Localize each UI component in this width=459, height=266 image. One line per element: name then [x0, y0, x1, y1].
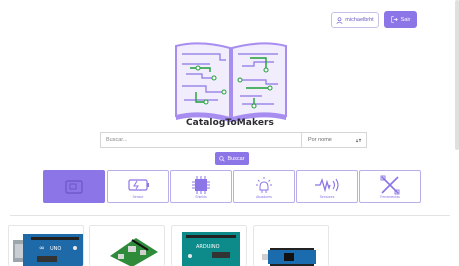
- category-sensores[interactable]: Sensores: [296, 170, 358, 203]
- search-button-label: Buscar: [227, 155, 245, 162]
- signal-icon: [315, 177, 339, 192]
- category-shields[interactable]: Shields: [170, 170, 232, 203]
- product-card[interactable]: [253, 225, 329, 266]
- page-scrollbar[interactable]: [455, 0, 459, 150]
- user-name-label: michaelbrht: [345, 17, 374, 23]
- logout-button[interactable]: Sair: [384, 11, 417, 28]
- search-button[interactable]: Buscar: [215, 152, 249, 165]
- brand-name: CatalogToMakers: [185, 118, 275, 128]
- arduino-nano-board: [262, 248, 316, 266]
- section-divider: [10, 215, 450, 216]
- battery-sensor-icon: [128, 178, 149, 191]
- search-input[interactable]: Buscar...: [100, 132, 301, 148]
- svg-text:UNO: UNO: [50, 246, 61, 252]
- arduino-uno-board: ∞ UNO: [13, 234, 83, 266]
- lamp-icon: [256, 176, 272, 193]
- category-label: Atuadores: [256, 194, 272, 199]
- tools-icon: [380, 175, 400, 194]
- category-sensor[interactable]: Sensor: [107, 170, 169, 203]
- product-card[interactable]: [89, 225, 165, 266]
- user-account-button[interactable]: michaelbrht: [331, 12, 379, 28]
- search-icon: [219, 155, 226, 162]
- svg-text:∞: ∞: [39, 244, 45, 252]
- user-icon: [336, 16, 343, 24]
- logout-icon: [390, 16, 398, 23]
- product-card[interactable]: ∞ UNO: [8, 225, 84, 266]
- category-atuadores[interactable]: Atuadores: [233, 170, 295, 203]
- category-label: Ferramentas: [380, 194, 400, 199]
- page: michaelbrht Sair CatalogToMakers Buscar.…: [0, 0, 459, 266]
- chip-icon: [192, 175, 210, 194]
- category-ferramentas[interactable]: Ferramentas: [359, 170, 421, 203]
- product-card[interactable]: ARDUINO: [171, 225, 247, 266]
- arduino-board-green: ARDUINO: [182, 232, 240, 266]
- svg-text:ARDUINO: ARDUINO: [196, 244, 220, 250]
- book-circuit-logo: [175, 42, 287, 122]
- category-label: Shields: [195, 194, 207, 199]
- category-label: Sensor: [132, 194, 144, 199]
- category-boards[interactable]: [43, 170, 105, 203]
- sort-value: Por nome: [308, 137, 332, 143]
- raspberry-pi-board: [110, 238, 158, 266]
- board-icon: [65, 179, 83, 194]
- sort-select[interactable]: Por nome: [301, 132, 367, 148]
- category-label: Sensores: [319, 194, 335, 199]
- logout-label: Sair: [400, 16, 411, 23]
- sort-icon: [356, 138, 362, 142]
